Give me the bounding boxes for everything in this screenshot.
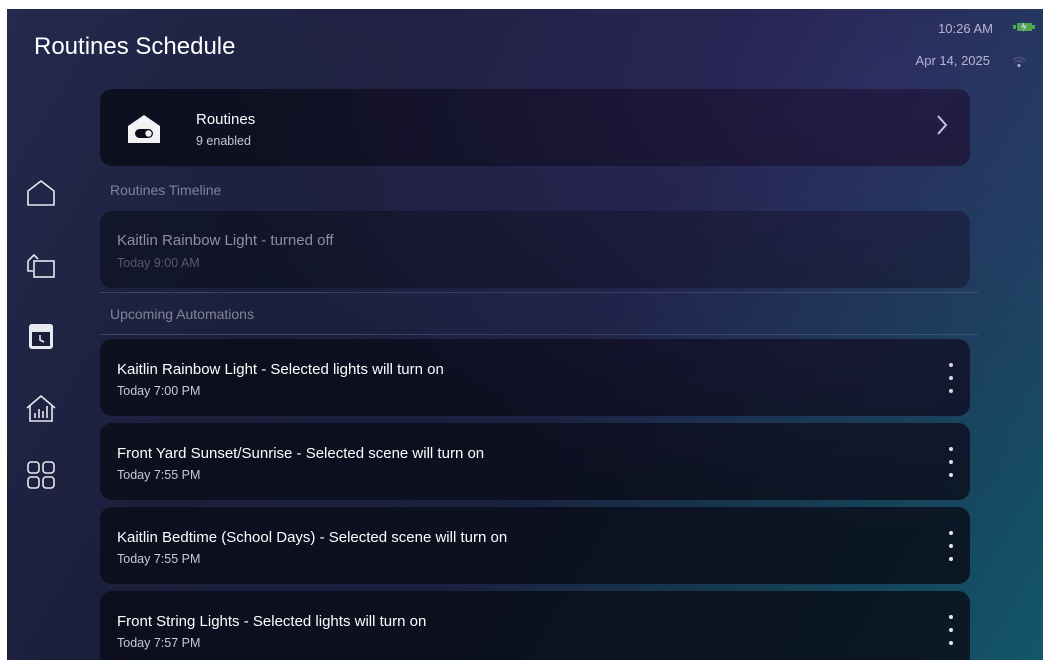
status-time: 10:26 AM: [938, 21, 993, 36]
timeline-heading: Routines Timeline: [110, 182, 222, 198]
automation-item[interactable]: Front Yard Sunset/Sunrise - Selected sce…: [100, 423, 970, 500]
more-options-icon[interactable]: [946, 363, 956, 393]
page-title: Routines Schedule: [34, 33, 236, 60]
automation-title: Kaitlin Rainbow Light - Selected lights …: [117, 361, 444, 378]
timeline-item-time: Today 9:00 AM: [117, 256, 200, 270]
more-options-icon[interactable]: [946, 615, 956, 645]
house-chart-icon[interactable]: [25, 392, 57, 424]
devices-icon[interactable]: [25, 249, 57, 281]
automation-time: Today 7:55 PM: [117, 468, 201, 482]
automation-item[interactable]: Kaitlin Rainbow Light - Selected lights …: [100, 339, 970, 416]
calendar-clock-icon[interactable]: [25, 320, 57, 352]
routines-title: Routines: [196, 111, 256, 128]
home-icon[interactable]: [25, 177, 57, 209]
automation-time: Today 7:55 PM: [117, 552, 201, 566]
home-toggle-icon: [128, 115, 160, 143]
screen: Routines Schedule 10:26 AM Apr 14, 2025: [7, 9, 1043, 660]
automation-item[interactable]: Kaitlin Bedtime (School Days) - Selected…: [100, 507, 970, 584]
upcoming-heading: Upcoming Automations: [110, 306, 254, 322]
battery-icon: [1013, 22, 1035, 32]
grid-icon[interactable]: [25, 459, 57, 491]
automation-title: Front String Lights - Selected lights wi…: [117, 613, 427, 630]
timeline-item-title: Kaitlin Rainbow Light - turned off: [117, 232, 334, 249]
divider: [100, 334, 978, 335]
routines-card[interactable]: Routines 9 enabled: [100, 89, 970, 166]
automation-item[interactable]: Front String Lights - Selected lights wi…: [100, 591, 970, 660]
automation-title: Kaitlin Bedtime (School Days) - Selected…: [117, 529, 508, 546]
status-date: Apr 14, 2025: [915, 53, 990, 68]
routines-subtitle: 9 enabled: [196, 134, 251, 148]
wifi-icon: [1012, 56, 1026, 67]
more-options-icon[interactable]: [946, 447, 956, 477]
more-options-icon[interactable]: [946, 531, 956, 561]
chevron-right-icon[interactable]: [936, 113, 948, 137]
divider: [100, 292, 978, 293]
timeline-item[interactable]: Kaitlin Rainbow Light - turned off Today…: [100, 211, 970, 288]
automation-title: Front Yard Sunset/Sunrise - Selected sce…: [117, 445, 485, 462]
automation-time: Today 7:57 PM: [117, 636, 201, 650]
automation-time: Today 7:00 PM: [117, 384, 201, 398]
